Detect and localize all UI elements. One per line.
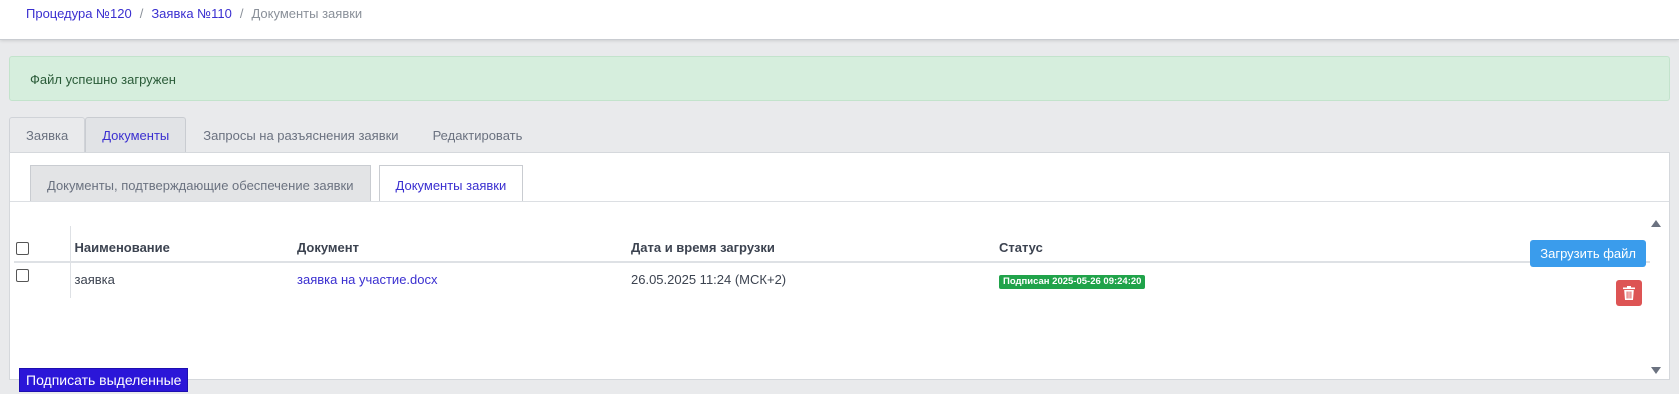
column-header-name[interactable]: Наименование (70, 226, 297, 262)
breadcrumb-procedure-link[interactable]: Процедура №120 (26, 6, 132, 21)
documents-table: Наименование Документ Дата и время загру… (14, 226, 1650, 298)
row-document-cell: заявка на участие.docx (297, 262, 631, 298)
document-subtabs: Документы, подтверждающие обеспечение за… (30, 165, 524, 202)
row-name: заявка (74, 272, 115, 287)
status-badge: Подписан 2025-05-26 09:24:20 (999, 275, 1146, 289)
sign-selected-button[interactable]: Подписать выделенные (19, 368, 189, 392)
column-header-document[interactable]: Документ (297, 226, 631, 262)
breadcrumb-separator: / (239, 6, 244, 21)
breadcrumb: Процедура №120 / Заявка №110 / Документы… (26, 6, 362, 21)
row-status-cell: Подписан 2025-05-26 09:24:20 (999, 262, 1650, 298)
select-all-cell (14, 226, 71, 262)
tab-clarification-requests[interactable]: Запросы на разъяснения заявки (186, 117, 415, 153)
subtab-security-documents[interactable]: Документы, подтверждающие обеспечение за… (30, 165, 371, 202)
trash-icon (1623, 286, 1635, 300)
top-bar: Процедура №120 / Заявка №110 / Документы… (0, 0, 1679, 40)
breadcrumb-separator: / (139, 6, 144, 21)
breadcrumb-application-link[interactable]: Заявка №110 (151, 6, 232, 21)
scroll-up-arrow-icon[interactable] (1651, 220, 1661, 227)
table-header-row: Наименование Документ Дата и время загру… (14, 226, 1650, 262)
row-upload-date: 26.05.2025 11:24 (МСК+2) (631, 272, 787, 287)
select-all-checkbox[interactable] (16, 242, 29, 255)
subtab-divider (10, 201, 1669, 202)
row-select-cell (14, 262, 71, 298)
breadcrumb-current: Документы заявки (251, 6, 363, 21)
scroll-down-arrow-icon[interactable] (1651, 367, 1661, 374)
row-checkbox[interactable] (16, 269, 29, 282)
documents-table-wrap: Наименование Документ Дата и время загру… (14, 226, 1650, 392)
main-tabs: Заявка Документы Запросы на разъяснения … (9, 117, 539, 153)
table-row: заявка заявка на участие.docx 26.05.2025… (14, 262, 1650, 298)
delete-button[interactable] (1616, 280, 1642, 306)
tab-application[interactable]: Заявка (9, 117, 86, 153)
subtab-application-documents[interactable]: Документы заявки (378, 165, 524, 202)
success-alert: Файл успешно загружен (9, 56, 1670, 101)
documents-panel: Документы, подтверждающие обеспечение за… (9, 152, 1670, 392)
document-link[interactable]: заявка на участие.docx (297, 272, 438, 287)
tab-edit[interactable]: Редактировать (416, 117, 540, 153)
tab-documents[interactable]: Документы (85, 117, 187, 153)
column-header-upload-date[interactable]: Дата и время загрузки (631, 226, 999, 262)
upload-file-button[interactable]: Загрузить файл (1530, 240, 1646, 267)
